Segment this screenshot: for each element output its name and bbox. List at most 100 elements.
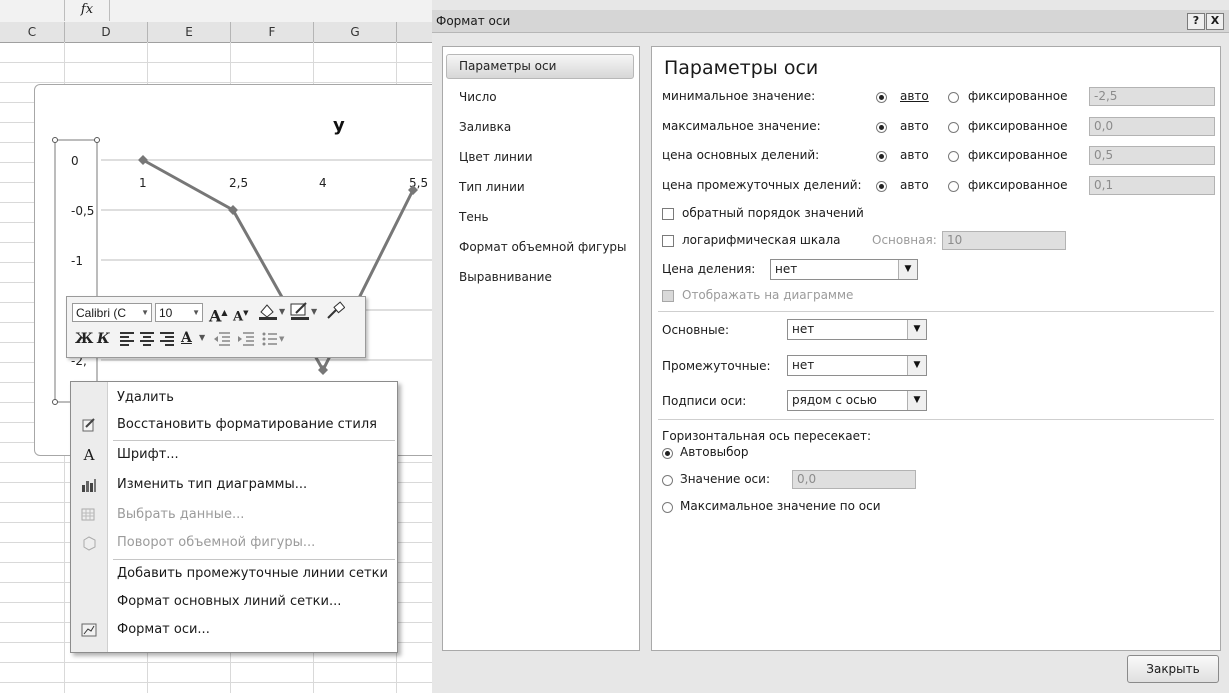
selection-handle	[52, 137, 58, 143]
nav-item-fill[interactable]: Заливка	[443, 112, 639, 142]
chevron-down-icon: ▼	[898, 260, 917, 279]
column-header-d[interactable]: D	[65, 22, 148, 42]
max-value-field[interactable]: 0,0	[1089, 117, 1215, 136]
reverse-order-checkbox[interactable]	[662, 208, 674, 220]
minor-unit-field[interactable]: 0,1	[1089, 176, 1215, 195]
minor-unit-fixed-radio[interactable]	[948, 181, 959, 192]
menu-item-select-data[interactable]: Выбрать данные...	[71, 502, 397, 528]
font-color-icon[interactable]: A	[181, 328, 192, 348]
chevron-down-icon: ▼	[192, 308, 200, 317]
menu-item-3d-rotation[interactable]: Поворот объемной фигуры...	[71, 530, 397, 556]
spreadsheet: fx C D E F G 0-0,5-1-1,5-2,y12,545,5 Cal…	[0, 0, 432, 693]
log-base-field[interactable]: 10	[942, 231, 1066, 250]
section-separator	[658, 419, 1214, 420]
menu-item-label: Удалить	[117, 390, 174, 405]
menu-item-change-chart-type[interactable]: Изменить тип диаграммы...	[71, 472, 397, 498]
font-size-combo[interactable]: 10 ▼	[155, 303, 203, 322]
nav-item-number[interactable]: Число	[443, 82, 639, 112]
crosses-max-radio[interactable]	[662, 502, 673, 513]
chart-title: y	[333, 115, 345, 136]
menu-item-delete[interactable]: Удалить	[71, 385, 397, 411]
format-axis-dialog: Формат оси ? X Параметры оси Число Залив…	[432, 0, 1229, 693]
chart-type-icon	[81, 477, 97, 493]
nav-item-line-color[interactable]: Цвет линии	[443, 142, 639, 172]
crosses-title: Горизонтальная ось пересекает:	[662, 429, 872, 443]
column-header-f[interactable]: F	[231, 22, 314, 42]
max-auto-radio[interactable]	[876, 122, 887, 133]
display-units-select[interactable]: нет ▼	[770, 259, 918, 280]
bold-button[interactable]: Ж	[75, 329, 93, 349]
italic-button[interactable]: К	[97, 329, 110, 349]
font-name-combo[interactable]: Calibri (С ▼	[72, 303, 152, 322]
menu-item-format-axis[interactable]: Формат оси...	[71, 617, 397, 643]
select-data-icon	[81, 507, 97, 523]
major-unit-auto-label: авто	[900, 148, 929, 162]
major-unit-auto-radio[interactable]	[876, 151, 887, 162]
crosses-auto-label: Автовыбор	[680, 445, 749, 459]
dialog-titlebar[interactable]: Формат оси ? X	[432, 10, 1229, 33]
crosses-value-field[interactable]: 0,0	[792, 470, 916, 489]
minor-tick-value: нет	[792, 358, 815, 372]
fx-icon[interactable]: fx	[64, 0, 110, 21]
bullet-list-icon[interactable]: ▼	[261, 329, 285, 353]
menu-item-reset-style[interactable]: Восстановить форматирование стиля	[71, 412, 397, 438]
nav-item-line-style[interactable]: Тип линии	[443, 172, 639, 202]
fill-color-icon[interactable]: ▼	[257, 301, 286, 327]
menu-separator	[113, 559, 395, 560]
align-left-icon[interactable]	[119, 329, 135, 353]
decrease-indent-icon[interactable]	[213, 329, 231, 353]
chevron-down-icon[interactable]: ▼	[199, 328, 205, 348]
min-value-field[interactable]: -2,5	[1089, 87, 1215, 106]
svg-text:▼: ▼	[279, 335, 285, 343]
menu-item-format-major-gridlines[interactable]: Формат основных линий сетки...	[71, 589, 397, 615]
svg-text:▼: ▼	[279, 307, 285, 316]
close-button[interactable]: Закрыть	[1127, 655, 1219, 683]
menu-item-label: Добавить промежуточные линии сетки	[117, 566, 388, 581]
menu-separator	[113, 440, 395, 441]
max-fixed-radio[interactable]	[948, 122, 959, 133]
shrink-font-icon[interactable]: A▼	[233, 303, 248, 327]
chevron-down-icon: ▼	[907, 356, 926, 375]
minor-tick-label: Промежуточные:	[662, 359, 771, 373]
minor-unit-label: цена промежуточных делений:	[662, 178, 862, 192]
formula-bar: fx	[0, 0, 432, 23]
minor-unit-auto-radio[interactable]	[876, 181, 887, 192]
axis-labels-label: Подписи оси:	[662, 394, 747, 408]
axis-labels-select[interactable]: рядом с осью ▼	[787, 390, 927, 411]
minor-tick-select[interactable]: нет ▼	[787, 355, 927, 376]
column-header-e[interactable]: E	[148, 22, 231, 42]
crosses-max-label: Максимальное значение по оси	[680, 499, 881, 513]
column-header-h[interactable]	[397, 22, 432, 42]
menu-item-font[interactable]: A Шрифт...	[71, 442, 397, 468]
align-center-icon[interactable]	[139, 329, 155, 353]
show-units-checkbox[interactable]	[662, 290, 674, 302]
selection-handle	[52, 399, 58, 405]
align-right-icon[interactable]	[159, 329, 175, 353]
nav-item-axis-options[interactable]: Параметры оси	[443, 51, 639, 81]
log-scale-checkbox[interactable]	[662, 235, 674, 247]
close-icon[interactable]: X	[1206, 13, 1224, 30]
crosses-auto-radio[interactable]	[662, 448, 673, 459]
major-unit-field[interactable]: 0,5	[1089, 146, 1215, 165]
increase-indent-icon[interactable]	[237, 329, 255, 353]
nav-item-alignment[interactable]: Выравнивание	[443, 262, 639, 292]
major-unit-fixed-radio[interactable]	[948, 151, 959, 162]
border-color-icon[interactable]: ▼	[289, 301, 318, 327]
crosses-value-radio[interactable]	[662, 475, 673, 486]
min-auto-radio[interactable]	[876, 92, 887, 103]
help-button[interactable]: ?	[1187, 13, 1205, 30]
menu-item-label: Формат оси...	[117, 622, 210, 637]
panel-title: Параметры оси	[664, 57, 819, 79]
format-painter-icon[interactable]	[325, 301, 346, 327]
nav-item-label: Тип линии	[459, 180, 525, 194]
min-fixed-radio[interactable]	[948, 92, 959, 103]
nav-item-3d-format[interactable]: Формат объемной фигуры	[443, 232, 639, 262]
x-tick-label: 4	[319, 176, 327, 190]
minor-unit-auto-label: авто	[900, 178, 929, 192]
nav-item-shadow[interactable]: Тень	[443, 202, 639, 232]
menu-item-add-minor-gridlines[interactable]: Добавить промежуточные линии сетки	[71, 561, 397, 587]
grow-font-icon[interactable]: A▲	[209, 302, 228, 326]
column-header-g[interactable]: G	[314, 22, 397, 42]
major-tick-select[interactable]: нет ▼	[787, 319, 927, 340]
column-header-c[interactable]: C	[0, 22, 65, 42]
